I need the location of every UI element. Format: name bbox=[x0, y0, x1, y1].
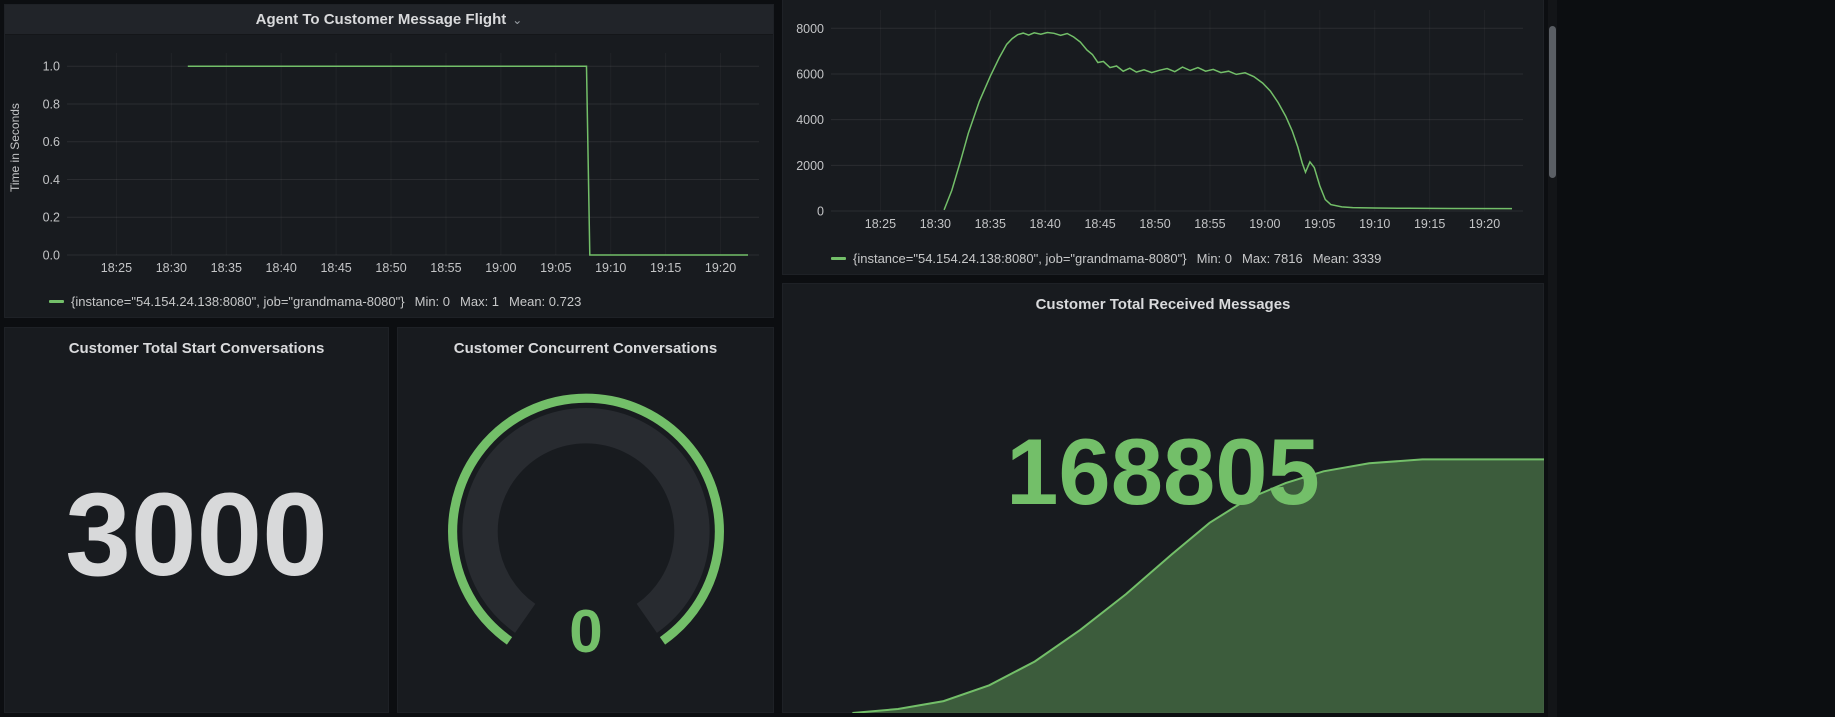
svg-text:19:10: 19:10 bbox=[595, 261, 626, 275]
svg-text:19:05: 19:05 bbox=[540, 261, 571, 275]
panel-title[interactable]: Customer Concurrent Conversations bbox=[398, 328, 773, 357]
grafana-dashboard: Agent To Customer Message Flight ⌄ Time … bbox=[0, 0, 1835, 717]
svg-text:2000: 2000 bbox=[796, 159, 824, 173]
legend: {instance="54.154.24.138:8080", job="gra… bbox=[49, 294, 581, 309]
legend-mean: Mean: 3339 bbox=[1313, 251, 1382, 266]
series-swatch-icon bbox=[831, 257, 846, 260]
series-swatch-icon bbox=[49, 300, 64, 303]
legend-series-name[interactable]: {instance="54.154.24.138:8080", job="gra… bbox=[853, 251, 1187, 266]
svg-text:18:35: 18:35 bbox=[975, 217, 1006, 231]
svg-text:0.0: 0.0 bbox=[43, 249, 60, 263]
scrollbar-thumb[interactable] bbox=[1549, 26, 1556, 178]
svg-text:18:45: 18:45 bbox=[1084, 217, 1115, 231]
svg-text:4000: 4000 bbox=[796, 113, 824, 127]
svg-text:1.0: 1.0 bbox=[43, 60, 60, 74]
panel-title[interactable]: Customer Total Start Conversations bbox=[5, 328, 388, 357]
svg-text:18:30: 18:30 bbox=[156, 261, 187, 275]
svg-text:19:15: 19:15 bbox=[650, 261, 681, 275]
svg-text:0.8: 0.8 bbox=[43, 97, 60, 111]
svg-text:18:25: 18:25 bbox=[865, 217, 896, 231]
panel-received-messages: Customer Total Received Messages 168805 bbox=[782, 283, 1544, 713]
svg-text:19:20: 19:20 bbox=[705, 261, 736, 275]
legend-max: Max: 7816 bbox=[1242, 251, 1303, 266]
svg-text:18:55: 18:55 bbox=[430, 261, 461, 275]
panel-title-dropdown[interactable]: Agent To Customer Message Flight ⌄ bbox=[250, 10, 529, 29]
panel-start-conversations: Customer Total Start Conversations 3000 bbox=[4, 327, 389, 713]
legend: {instance="54.154.24.138:8080", job="gra… bbox=[831, 251, 1381, 266]
svg-text:19:00: 19:00 bbox=[1249, 217, 1280, 231]
throughput-chart[interactable]: 18:25 18:30 18:35 18:40 18:45 18:50 18:55 19:00… bbox=[787, 2, 1537, 233]
legend-series-name[interactable]: {instance="54.154.24.138:8080", job="gra… bbox=[71, 294, 405, 309]
panel-title: Agent To Customer Message Flight bbox=[256, 11, 507, 28]
stat-value: 3000 bbox=[5, 398, 388, 672]
svg-text:0.2: 0.2 bbox=[43, 211, 60, 225]
svg-text:0.6: 0.6 bbox=[43, 135, 60, 149]
svg-text:18:45: 18:45 bbox=[320, 261, 351, 275]
svg-text:19:15: 19:15 bbox=[1414, 217, 1445, 231]
svg-text:6000: 6000 bbox=[796, 67, 824, 81]
svg-text:18:40: 18:40 bbox=[1030, 217, 1061, 231]
stat-value: 168805 bbox=[783, 425, 1543, 519]
legend-min: Min: 0 bbox=[415, 294, 450, 309]
panel-title[interactable]: Customer Total Received Messages bbox=[783, 284, 1543, 313]
svg-text:19:00: 19:00 bbox=[485, 261, 516, 275]
legend-min: Min: 0 bbox=[1197, 251, 1232, 266]
svg-text:18:30: 18:30 bbox=[920, 217, 951, 231]
svg-text:0.4: 0.4 bbox=[43, 173, 60, 187]
chevron-down-icon: ⌄ bbox=[512, 14, 522, 26]
svg-text:19:10: 19:10 bbox=[1359, 217, 1390, 231]
legend-mean: Mean: 0.723 bbox=[509, 294, 581, 309]
svg-text:18:55: 18:55 bbox=[1194, 217, 1225, 231]
svg-text:18:40: 18:40 bbox=[266, 261, 297, 275]
panel-message-throughput: 18:25 18:30 18:35 18:40 18:45 18:50 18:55 19:00… bbox=[782, 0, 1544, 275]
svg-text:18:35: 18:35 bbox=[211, 261, 242, 275]
panel-agent-flight: Agent To Customer Message Flight ⌄ Time … bbox=[4, 4, 774, 318]
flight-time-chart[interactable]: 18:25 18:30 18:35 18:40 18:45 18:50 18:55 19:00… bbox=[31, 37, 769, 277]
gauge-track-arc bbox=[480, 426, 692, 619]
svg-text:8000: 8000 bbox=[796, 22, 824, 36]
legend-max: Max: 1 bbox=[460, 294, 499, 309]
vertical-scrollbar[interactable] bbox=[1548, 0, 1557, 717]
y-axis-label: Time in Seconds bbox=[7, 45, 23, 251]
panel-concurrent-conversations: Customer Concurrent Conversations 0 bbox=[397, 327, 774, 713]
svg-text:18:25: 18:25 bbox=[101, 261, 132, 275]
svg-text:19:05: 19:05 bbox=[1304, 217, 1335, 231]
panel-header: Agent To Customer Message Flight ⌄ bbox=[5, 5, 773, 35]
gauge-container: 0 bbox=[398, 372, 773, 712]
gauge-value: 0 bbox=[569, 598, 602, 665]
svg-text:18:50: 18:50 bbox=[375, 261, 406, 275]
svg-text:19:20: 19:20 bbox=[1469, 217, 1500, 231]
svg-text:18:50: 18:50 bbox=[1139, 217, 1170, 231]
svg-text:0: 0 bbox=[817, 205, 824, 219]
gauge: 0 bbox=[416, 372, 756, 675]
